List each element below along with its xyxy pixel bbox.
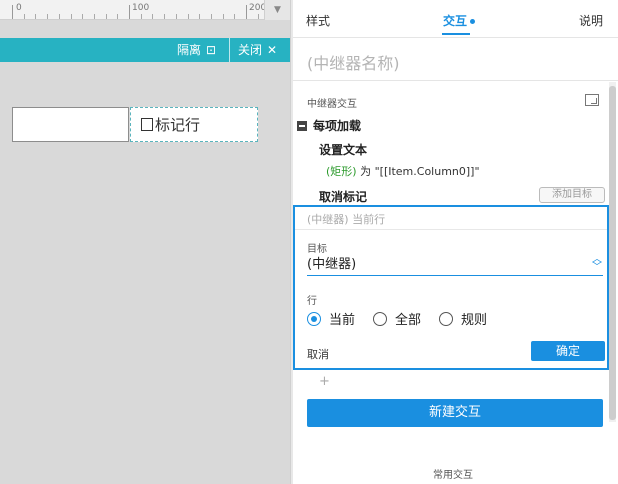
- horizontal-ruler: 0 100 200 ▼: [0, 0, 290, 20]
- popup-summary: (中继器) 当前行: [307, 213, 386, 226]
- checkbox-icon[interactable]: [141, 118, 153, 131]
- ruler-tick: [246, 5, 247, 19]
- radio-checked-icon[interactable]: [307, 311, 321, 326]
- divider: [293, 80, 618, 81]
- repeater-edit-bar: 隔离 ⊡ 关闭 ✕: [0, 38, 290, 62]
- ruler-label-100: 100: [132, 3, 150, 13]
- ruler-tick: [35, 14, 37, 19]
- event-row[interactable]: 每项加载: [297, 117, 361, 134]
- close-label: 关闭: [238, 43, 263, 57]
- ruler-tick: [187, 14, 189, 19]
- tab-notes[interactable]: 说明: [579, 12, 603, 29]
- row-radio-group: 当前 全部 规则: [307, 309, 505, 328]
- action-detail-text: 为 "[[Item.Column0]]": [356, 165, 480, 178]
- ruler-tick: [70, 14, 72, 19]
- radio-rule[interactable]: 规则: [439, 309, 487, 328]
- radio-all[interactable]: 全部: [373, 309, 421, 328]
- common-interactions-label[interactable]: 常用交互: [433, 466, 473, 481]
- target-select-value: (中继器): [307, 257, 357, 272]
- checkbox-widget[interactable]: 标记行: [130, 107, 258, 142]
- divider: [295, 229, 607, 230]
- ruler-tick: [12, 5, 13, 19]
- radio-current-label: 当前: [329, 313, 356, 328]
- checkbox-label: 标记行: [155, 116, 201, 134]
- ruler-tick: [93, 14, 95, 19]
- tab-style[interactable]: 样式: [306, 12, 330, 29]
- ruler-tick: [105, 14, 107, 19]
- ruler-tick: [210, 14, 212, 19]
- ruler-tick: [47, 14, 49, 19]
- radio-unchecked-icon[interactable]: [439, 311, 454, 326]
- ruler-tick: [82, 14, 84, 19]
- inspector-tabs: 样式 交互 说明: [293, 0, 618, 38]
- close-icon: ✕: [267, 43, 278, 57]
- ruler-tick: [23, 14, 25, 19]
- tab-interaction[interactable]: 交互: [443, 12, 476, 29]
- rectangle-widget[interactable]: [12, 107, 129, 142]
- canvas-area[interactable]: 0 100 200 ▼ 隔离 ⊡ 关闭 ✕ 标记行: [0, 0, 290, 484]
- event-label: 每项加载: [313, 119, 362, 133]
- tab-interaction-label: 交互: [443, 14, 468, 28]
- ruler-tick: [234, 14, 236, 19]
- ruler-tick: [152, 14, 154, 19]
- ruler-chevron-down-icon[interactable]: ▼: [264, 0, 290, 20]
- scrollbar-thumb[interactable]: [609, 86, 616, 420]
- row-label: 行: [307, 296, 317, 307]
- ruler-tick: [58, 14, 60, 19]
- expand-icon[interactable]: [585, 94, 599, 106]
- action-target: (矩形): [326, 165, 357, 178]
- section-title: 中继器交互: [307, 99, 357, 110]
- isolate-button[interactable]: 隔离 ⊡: [177, 38, 216, 62]
- ruler-tick: [164, 14, 166, 19]
- ruler-tick: [222, 14, 224, 19]
- action-set-text[interactable]: 设置文本: [319, 141, 367, 158]
- collapse-icon[interactable]: [297, 120, 307, 131]
- ruler-tick: [117, 14, 119, 19]
- add-action-plus-icon[interactable]: +: [319, 374, 330, 389]
- confirm-button[interactable]: 确定: [531, 341, 605, 361]
- ruler-tick: [175, 14, 177, 19]
- ruler-tick: [140, 14, 142, 19]
- target-select[interactable]: (中继器) ︿ ﹀: [307, 254, 603, 276]
- ruler-label-0: 0: [16, 3, 22, 13]
- radio-all-label: 全部: [395, 313, 422, 328]
- isolate-icon: ⊡: [206, 43, 217, 57]
- ruler-tick: [129, 5, 130, 19]
- action-set-text-detail[interactable]: (矩形) 为 "[[Item.Column0]]": [326, 163, 480, 179]
- inspector-panel: 样式 交互 说明 (中继器名称) 中继器交互 每项加载 设置文本 (矩形) 为 …: [293, 0, 618, 484]
- toolbar-divider: [229, 38, 230, 62]
- target-label: 目标: [307, 244, 327, 255]
- ruler-tick: [257, 14, 259, 19]
- cancel-button[interactable]: 取消: [307, 346, 329, 362]
- active-tab-underline: [442, 33, 470, 35]
- active-dot-icon: [470, 19, 476, 24]
- new-interaction-button[interactable]: 新建交互: [307, 399, 603, 427]
- ruler-tick: [199, 14, 201, 19]
- radio-unchecked-icon[interactable]: [373, 311, 388, 326]
- widget-name-field[interactable]: (中继器名称): [307, 50, 400, 74]
- select-arrows-icon: ︿ ﹀: [592, 254, 602, 273]
- close-button[interactable]: 关闭 ✕: [238, 38, 277, 62]
- action-uncheck[interactable]: 取消标记: [319, 188, 367, 205]
- action-editor-popup: (中继器) 当前行 目标 (中继器) ︿ ﹀ 行 当前 全部 规则 取消 确定: [293, 205, 609, 370]
- isolate-label: 隔离: [177, 43, 202, 57]
- radio-current[interactable]: 当前: [307, 309, 355, 328]
- radio-rule-label: 规则: [461, 313, 488, 328]
- add-target-button[interactable]: 添加目标: [539, 187, 605, 203]
